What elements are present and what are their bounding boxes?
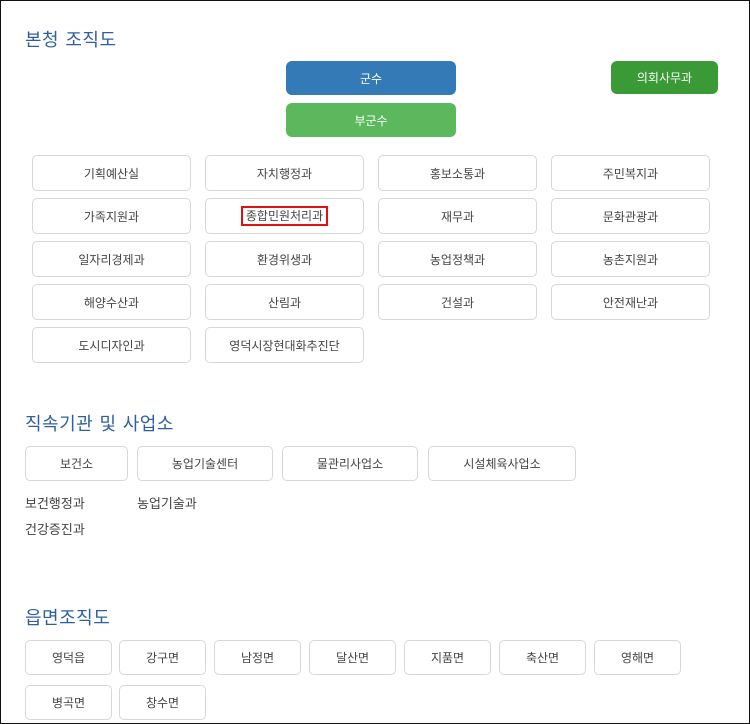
sports-facilities-button[interactable]: 시설체육사업소: [428, 446, 576, 481]
department-button[interactable]: 농업정책과: [378, 241, 537, 277]
water-management-button[interactable]: 물관리사업소: [282, 446, 418, 481]
department-button[interactable]: 일자리경제과: [32, 241, 191, 277]
department-label: 기획예산실: [83, 166, 140, 181]
health-center-button[interactable]: 보건소: [25, 446, 128, 481]
town-button[interactable]: 지품면: [404, 640, 491, 675]
department-label: 농촌지원과: [602, 252, 659, 267]
affiliated-section-title: 직속기관 및 사업소: [25, 414, 174, 435]
department-label: 건설과: [440, 295, 475, 310]
department-label: 재무과: [440, 209, 475, 224]
main-section-title: 본청 조직도: [25, 30, 117, 51]
department-label: 주민복지과: [602, 166, 659, 181]
department-label: 문화관광과: [602, 209, 659, 224]
department-button[interactable]: 주민복지과: [551, 155, 710, 191]
department-label: 도시디자인과: [78, 338, 145, 353]
department-button[interactable]: 산림과: [205, 284, 364, 320]
town-button[interactable]: 영덕읍: [25, 640, 112, 675]
agri-tech-item[interactable]: 농업기술과: [137, 498, 197, 511]
department-button[interactable]: 기획예산실: [32, 155, 191, 191]
highlighted-department-label: 종합민원처리과: [240, 206, 329, 226]
governor-button[interactable]: 군수: [286, 61, 456, 95]
agri-tech-center-button[interactable]: 농업기술센터: [137, 446, 273, 481]
council-office-button[interactable]: 의회사무과: [611, 61, 718, 94]
town-button[interactable]: 남정면: [214, 640, 301, 675]
department-label: 영덕시장현대화추진단: [229, 338, 340, 353]
department-button[interactable]: 도시디자인과: [32, 327, 191, 363]
department-button[interactable]: 문화관광과: [551, 198, 710, 234]
towns-section-title: 읍면조직도: [25, 608, 111, 629]
department-button[interactable]: 농촌지원과: [551, 241, 710, 277]
department-label: 환경위생과: [256, 252, 313, 267]
department-label: 홍보소통과: [429, 166, 486, 181]
department-label: 안전재난과: [602, 295, 659, 310]
department-label: 자치행정과: [256, 166, 313, 181]
department-button[interactable]: 가족지원과: [32, 198, 191, 234]
health-admin-item[interactable]: 보건행정과: [25, 498, 85, 511]
department-label: 농업정책과: [429, 252, 486, 267]
health-promotion-item[interactable]: 건강증진과: [25, 524, 85, 537]
department-button[interactable]: 안전재난과: [551, 284, 710, 320]
department-button[interactable]: 홍보소통과: [378, 155, 537, 191]
department-button[interactable]: 영덕시장현대화추진단: [205, 327, 364, 363]
town-button[interactable]: 달산면: [309, 640, 396, 675]
town-button[interactable]: 병곡면: [25, 685, 112, 720]
town-button[interactable]: 강구면: [119, 640, 206, 675]
org-chart-panel: 본청 조직도 군수 부군수 의회사무과 기획예산실 자치행정과 홍보소통과 주민복지과…: [0, 0, 750, 724]
department-button[interactable]: 종합민원처리과: [205, 198, 364, 234]
department-button[interactable]: 자치행정과: [205, 155, 364, 191]
town-button[interactable]: 영해면: [594, 640, 681, 675]
department-label: 해양수산과: [83, 295, 140, 310]
department-label: 일자리경제과: [78, 252, 145, 267]
department-button[interactable]: 건설과: [378, 284, 537, 320]
town-button[interactable]: 창수면: [119, 685, 206, 720]
department-label: 가족지원과: [83, 209, 140, 224]
department-button[interactable]: 해양수산과: [32, 284, 191, 320]
town-button[interactable]: 축산면: [499, 640, 586, 675]
deputy-governor-button[interactable]: 부군수: [286, 103, 456, 137]
department-button[interactable]: 환경위생과: [205, 241, 364, 277]
department-label: 산림과: [267, 295, 302, 310]
department-button[interactable]: 재무과: [378, 198, 537, 234]
